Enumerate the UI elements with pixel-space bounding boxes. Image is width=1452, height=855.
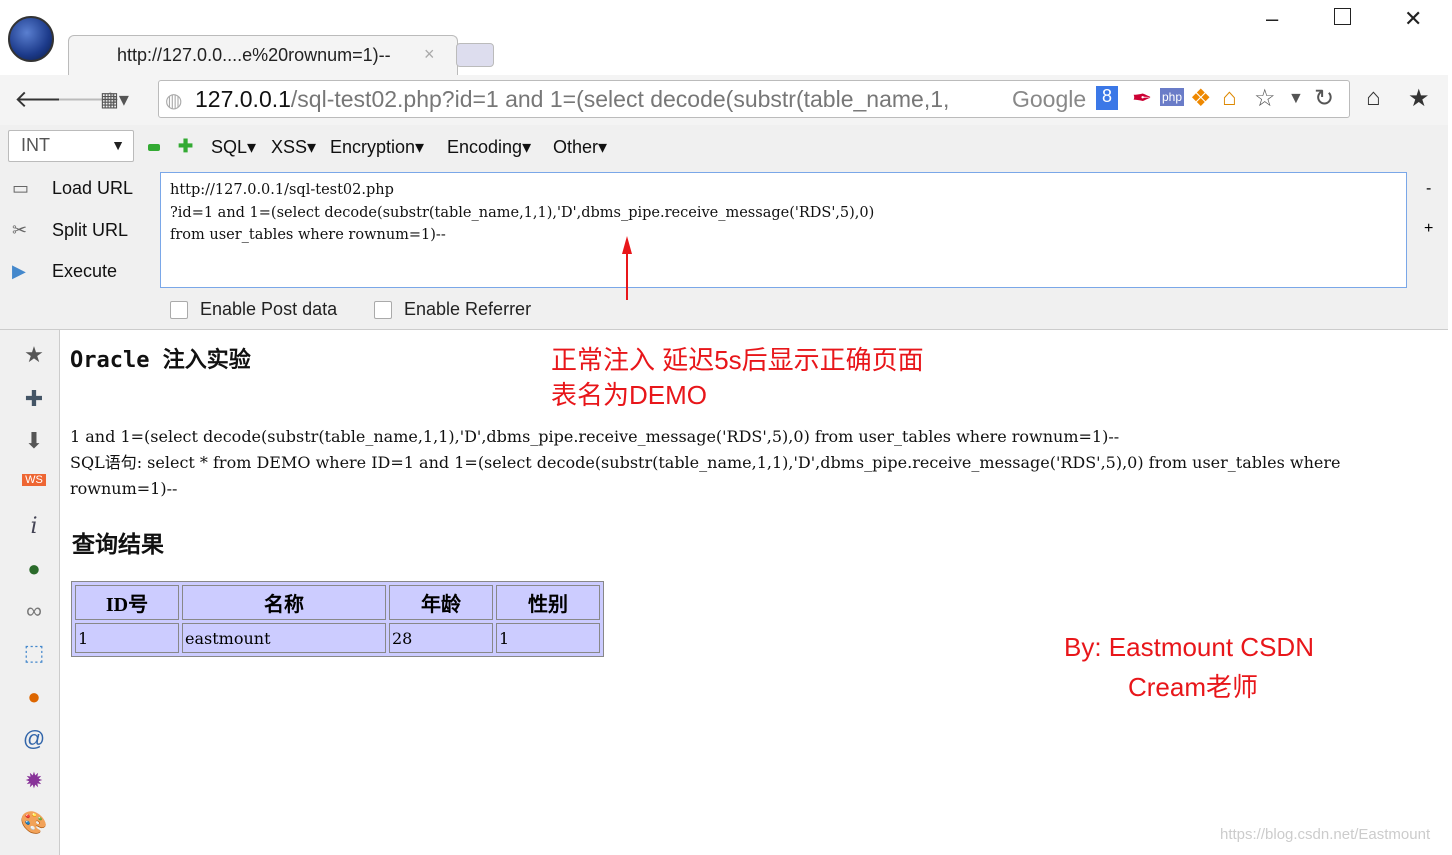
increase-icon[interactable]: ✚ [178, 136, 193, 157]
cursor-icon[interactable]: ⬚ [20, 640, 48, 666]
credit-text: By: Eastmount CSDN [1064, 632, 1314, 662]
tab-close-button[interactable]: × [424, 44, 435, 65]
col-header: 年龄 [389, 585, 493, 620]
puzzle-icon[interactable]: ✚ [20, 386, 48, 412]
home-addon-icon[interactable]: ⌂ [1222, 84, 1237, 112]
url-line: ?id=1 and 1=(select decode(substr(table_… [170, 204, 875, 221]
google-icon[interactable]: 8 [1096, 86, 1118, 110]
maximize-icon[interactable] [1334, 8, 1351, 25]
flame-icon[interactable]: ● [20, 684, 48, 710]
feather-icon[interactable]: ✒ [1132, 84, 1152, 113]
annotation-note: 正常注入 延迟5s后显示正确页面 [551, 345, 924, 375]
new-tab-button[interactable] [456, 43, 494, 67]
url-line: http://127.0.0.1/sql-test02.php [170, 182, 394, 198]
execute-button[interactable]: ▶ Execute [12, 261, 117, 282]
page-title: Oracle 注入实验 [70, 348, 251, 373]
menu-encoding[interactable]: Encoding▾ [447, 137, 531, 158]
star-icon[interactable]: ★ [20, 342, 48, 368]
url-path: /sql-test02.php?id=1 and 1=(select decod… [290, 86, 950, 112]
enable-post-checkbox[interactable] [170, 301, 188, 319]
reload-icon[interactable]: ↻ [1314, 84, 1334, 113]
tab-title: http://127.0.0....e%20rownum=1)-- [117, 45, 391, 65]
globe-green-icon[interactable]: ● [20, 556, 48, 582]
decrease-icon[interactable] [148, 144, 160, 151]
php-icon[interactable]: php [1160, 88, 1185, 106]
shrink-button[interactable]: - [1426, 180, 1431, 198]
param-line: 1 and 1=(select decode(substr(table_name… [70, 427, 1120, 446]
url-host: 127.0.0.1 [195, 86, 291, 112]
search-engine-label: Google [1010, 86, 1087, 113]
enable-post-label: Enable Post data [200, 299, 338, 319]
download-icon[interactable]: ⬇ [20, 428, 48, 454]
result-table: ID号 名称 年龄 性别 1 eastmount 28 1 [71, 581, 604, 657]
type-select-value: INT [21, 135, 50, 155]
split-url-button[interactable]: ✂ Split URL [12, 220, 128, 241]
palette-icon[interactable]: 🎨 [20, 810, 48, 836]
load-url-button[interactable]: ▭ Load URL [12, 178, 133, 199]
dropdown-icon[interactable]: ▼ [1288, 90, 1304, 108]
watermark: https://blog.csdn.net/Eastmount [1220, 826, 1431, 843]
info-icon[interactable]: i [20, 514, 48, 539]
swirl-icon[interactable]: @ [20, 726, 48, 752]
url-text[interactable]: 127.0.0.1/sql-test02.php?id=1 and 1=(sel… [195, 86, 949, 113]
enable-referrer-checkbox[interactable] [374, 301, 392, 319]
bookmarks-icon[interactable]: ★ [1408, 84, 1430, 113]
url-line: from user_tables where rownum=1)-- [170, 227, 446, 243]
type-select[interactable]: INT ▼ [8, 130, 134, 162]
col-header: 性别 [496, 585, 600, 620]
annotation-note: 表名为DEMO [551, 380, 708, 410]
windows-icon[interactable]: ❖ [1190, 84, 1212, 113]
minimize-icon[interactable]: – [1266, 6, 1278, 32]
chevron-down-icon: ▼ [111, 137, 125, 153]
col-header: 名称 [182, 585, 386, 620]
home-icon[interactable]: ⌂ [1366, 84, 1381, 112]
table-row: 1 eastmount 28 1 [75, 623, 600, 653]
credit-text: Cream老师 [1128, 672, 1259, 702]
globe-icon: ◍ [165, 90, 183, 112]
link-icon[interactable]: ∞ [20, 598, 48, 624]
col-header: ID号 [75, 585, 179, 620]
apps-grid-icon[interactable]: ▦▾ [100, 87, 129, 112]
sql-output: 1 and 1=(select decode(substr(table_name… [70, 424, 1440, 502]
enable-referrer-label: Enable Referrer [404, 299, 532, 319]
menu-sql[interactable]: SQL▾ [211, 137, 256, 158]
expand-button[interactable]: + [1424, 220, 1433, 238]
scissors-icon: ✂ [12, 220, 28, 240]
bookmark-star-icon[interactable]: ☆ [1254, 84, 1276, 113]
play-icon: ▶ [12, 261, 26, 281]
bug-icon[interactable]: ✹ [20, 768, 48, 794]
close-icon[interactable]: ✕ [1404, 6, 1422, 32]
menu-xss[interactable]: XSS▾ [271, 137, 316, 158]
sql-line: SQL语句: select * from DEMO where ID=1 and… [70, 453, 1341, 498]
url-textarea[interactable]: http://127.0.0.1/sql-test02.php ?id=1 and… [160, 172, 1407, 288]
menu-other[interactable]: Other▾ [553, 137, 607, 158]
red-arrow [622, 236, 632, 300]
browser-logo [8, 16, 54, 62]
result-heading: 查询结果 [72, 531, 164, 557]
menu-encryption[interactable]: Encryption▾ [330, 137, 424, 158]
ws-icon[interactable]: WS [22, 474, 46, 486]
load-url-icon: ▭ [12, 178, 30, 198]
